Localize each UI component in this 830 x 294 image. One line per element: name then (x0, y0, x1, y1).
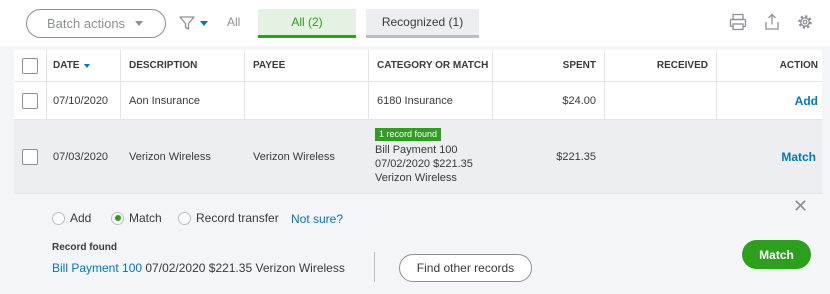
row-payee[interactable] (244, 82, 368, 119)
record-found-badge: 1 record found (375, 128, 442, 141)
match-line: Bill Payment 100 (375, 144, 458, 156)
not-sure-link[interactable]: Not sure? (291, 212, 343, 226)
radio-add-label: Add (70, 211, 92, 225)
header-spent: SPENT (492, 50, 604, 81)
radio-record-transfer-label: Record transfer (196, 211, 279, 225)
row-payee: Verizon Wireless (253, 150, 335, 163)
header-description: DESCRIPTION (120, 50, 244, 81)
table-row[interactable]: 07/03/2020 Verizon Wireless Verizon Wire… (14, 120, 822, 194)
row-received (604, 82, 716, 119)
add-action-link[interactable]: Add (795, 94, 818, 108)
row-select-cell (14, 82, 46, 119)
table-row[interactable]: 07/10/2020 Aon Insurance 6180 Insurance … (14, 82, 822, 120)
row-category[interactable]: 6180 Insurance (368, 82, 492, 119)
record-found-line: Bill Payment 100 07/02/2020 $221.35 Veri… (52, 261, 345, 275)
row-select-cell (14, 120, 46, 193)
table-header: DATE DESCRIPTION PAYEE CATEGORY OR MATCH… (14, 50, 822, 82)
chevron-down-icon (135, 21, 144, 26)
batch-actions-label: Batch actions (47, 16, 126, 31)
match-line: Verizon Wireless (375, 172, 457, 184)
row-action-cell: Add (716, 82, 822, 119)
record-found-label: Record found (52, 242, 117, 253)
record-link[interactable]: Bill Payment 100 (52, 261, 142, 275)
transactions-table: DATE DESCRIPTION PAYEE CATEGORY OR MATCH… (14, 50, 822, 294)
match-line: 07/02/2020 $221.35 (375, 158, 473, 170)
header-payee: PAYEE (244, 50, 368, 81)
row-description: Verizon Wireless (129, 150, 211, 163)
header-date[interactable]: DATE (46, 50, 120, 81)
close-icon[interactable]: ✕ (793, 196, 808, 217)
divider (374, 252, 375, 282)
header-action: ACTION (716, 50, 822, 81)
radio-circle (52, 211, 65, 225)
row-checkbox[interactable] (22, 148, 38, 165)
match-action-link[interactable]: Match (781, 150, 816, 164)
row-match-info: 1 record found Bill Payment 100 07/02/20… (368, 120, 492, 193)
radio-match[interactable]: Match (111, 211, 162, 225)
row-spent: $24.00 (492, 82, 604, 119)
print-icon[interactable] (728, 12, 748, 32)
row-date: 07/10/2020 (46, 82, 120, 119)
tab-all[interactable]: All (2) (258, 9, 356, 38)
radio-add[interactable]: Add (52, 211, 91, 225)
header-category: CATEGORY OR MATCH (368, 50, 492, 81)
toolbar: Batch actions All All (2) Recognized (1) (0, 0, 830, 46)
batch-actions-button[interactable]: Batch actions (26, 9, 166, 38)
tab-recognized[interactable]: Recognized (1) (366, 9, 479, 38)
settings-gear-icon[interactable] (795, 12, 815, 32)
filter-icon (179, 16, 195, 30)
filter-all-label: All (227, 15, 241, 29)
header-date-label: DATE (53, 60, 80, 71)
export-icon[interactable] (762, 12, 782, 32)
record-details: 07/02/2020 $221.35 Verizon Wireless (142, 261, 345, 275)
radio-circle (178, 211, 191, 225)
select-all-cell (14, 50, 46, 81)
row-received (604, 120, 716, 193)
row-spent: $221.35 (556, 150, 596, 163)
row-action-cell: Match (716, 120, 822, 193)
match-detail-panel: Add Match Record transfer Not sure? ✕ Re… (14, 194, 822, 294)
radio-record-transfer[interactable]: Record transfer (178, 211, 279, 225)
chevron-down-icon (200, 21, 208, 26)
filter-button[interactable] (178, 14, 212, 32)
match-button[interactable]: Match (742, 240, 811, 269)
row-description: Aon Insurance (120, 82, 244, 119)
row-date: 07/03/2020 (53, 150, 109, 163)
radio-circle-selected (111, 211, 124, 225)
row-checkbox[interactable] (22, 92, 38, 109)
select-all-checkbox[interactable] (22, 57, 38, 74)
radio-match-label: Match (129, 211, 162, 225)
sort-down-icon (84, 63, 91, 68)
find-other-records-button[interactable]: Find other records (399, 254, 532, 282)
header-received: RECEIVED (604, 50, 716, 81)
